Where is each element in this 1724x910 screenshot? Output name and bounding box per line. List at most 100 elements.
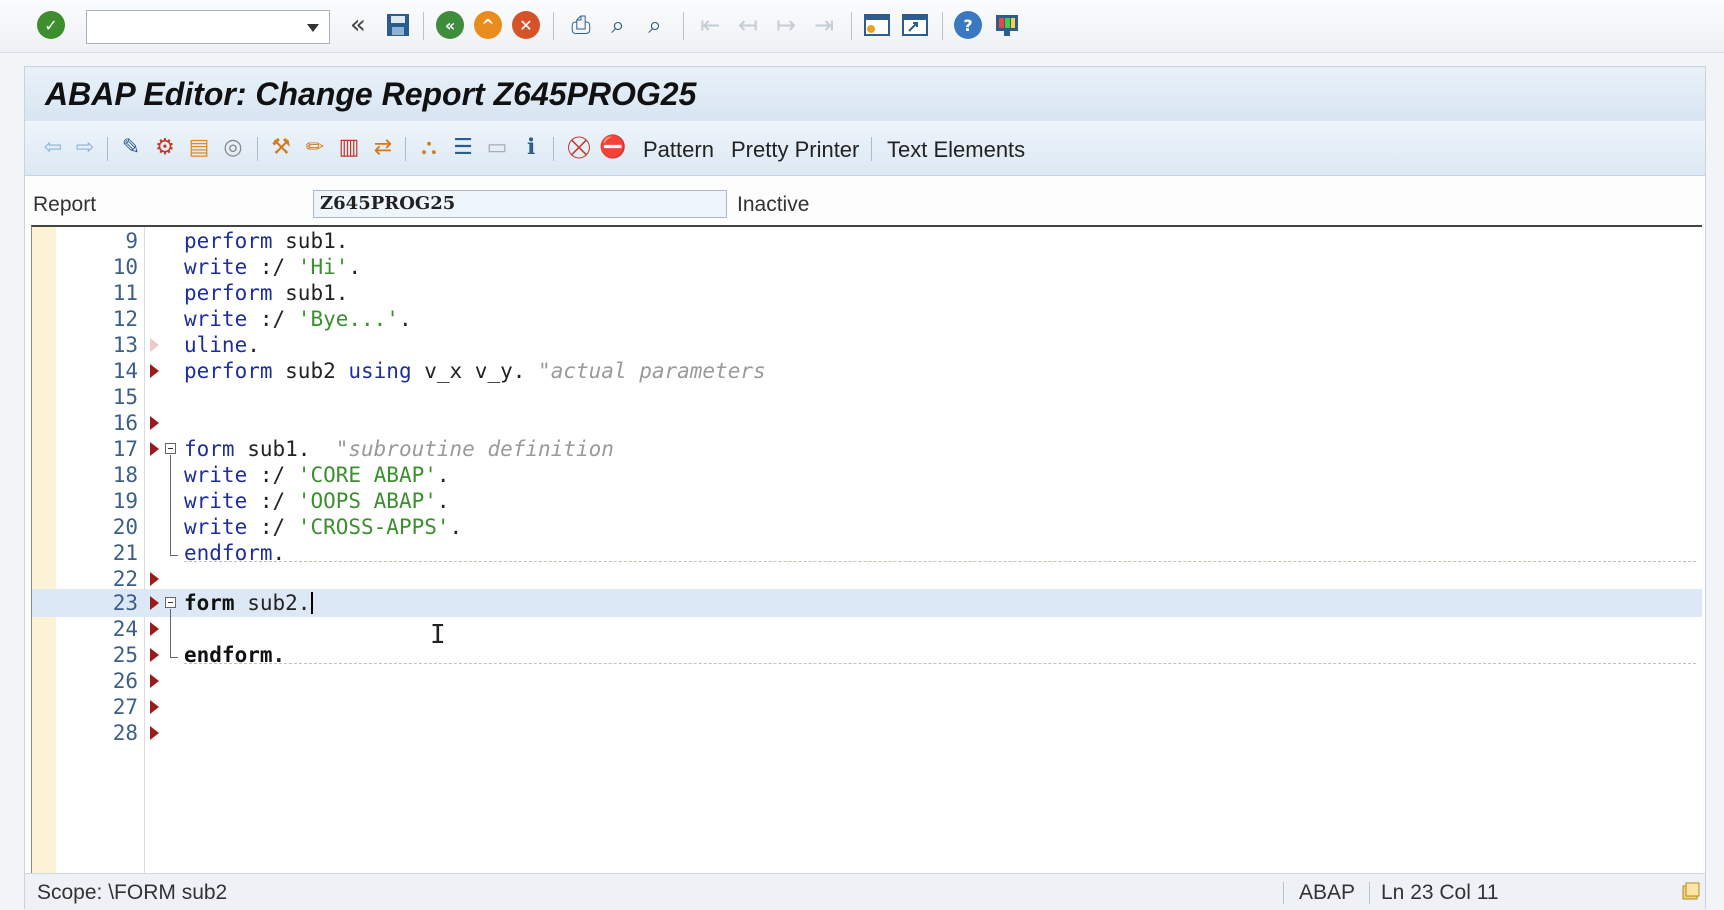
fold-toggle-icon[interactable] <box>165 597 176 608</box>
toolbar-separator <box>423 12 424 40</box>
breakpoint-marker[interactable] <box>150 442 159 456</box>
keyword: write <box>184 307 248 331</box>
fold-guide-end <box>170 555 178 556</box>
activate-icon[interactable]: ⚒ <box>267 134 295 162</box>
code-line[interactable]: 28 <box>32 719 1702 747</box>
code-text[interactable]: write :/ 'Bye...'. <box>184 307 412 331</box>
text-elements-button[interactable]: Text Elements <box>887 137 1025 163</box>
code-line[interactable]: 17 form sub1. "subroutine definition <box>32 435 1702 463</box>
identifier: sub2 <box>272 359 349 383</box>
breakpoint-marker[interactable] <box>150 648 159 662</box>
forward-arrow-icon[interactable]: ⇨ <box>71 134 99 162</box>
save-icon[interactable] <box>383 10 413 40</box>
code-text[interactable]: perform sub1. <box>184 281 348 305</box>
print-icon[interactable]: ⎙ <box>566 10 596 40</box>
line-number: 11 <box>112 281 138 305</box>
create-session-icon[interactable] <box>862 10 892 40</box>
code-text[interactable]: perform sub1. <box>184 229 348 253</box>
code-text[interactable]: write :/ 'CROSS-APPS'. <box>184 515 462 539</box>
title-bar: ABAP Editor: Change Report Z645PROG25 <box>25 67 1705 122</box>
where-used-icon[interactable]: ▥ <box>335 134 363 162</box>
breakpoint-marker[interactable] <box>150 338 159 352</box>
breakpoint-marker[interactable] <box>150 572 159 586</box>
cancel-icon[interactable]: ✕ <box>511 10 541 40</box>
line-number: 25 <box>112 643 138 667</box>
breakpoint-marker[interactable] <box>150 700 159 714</box>
exit-icon[interactable]: ^ <box>473 10 503 40</box>
fullscreen-icon[interactable]: ▭ <box>483 134 511 162</box>
find-next-icon[interactable]: ⌕ <box>640 10 670 40</box>
shortcut-icon[interactable] <box>900 10 930 40</box>
info-icon[interactable]: ℹ <box>517 134 545 162</box>
code-line[interactable]: 20 write :/ 'CROSS-APPS'. <box>32 513 1702 541</box>
navigation-icon[interactable]: ⇄ <box>369 134 397 162</box>
code-text[interactable]: uline. <box>184 333 260 357</box>
mouse-ibeam-cursor: I <box>430 620 446 650</box>
help-icon[interactable]: ? <box>953 10 983 40</box>
code-line[interactable]: 16 <box>32 409 1702 437</box>
keyword: write <box>184 489 248 513</box>
back-icon[interactable]: « <box>435 10 465 40</box>
code-text[interactable]: form sub2. <box>184 591 314 615</box>
code-text[interactable]: form sub1. "subroutine definition <box>184 437 614 461</box>
block-divider <box>184 663 1696 664</box>
code-line[interactable]: 11 perform sub1. <box>32 279 1702 307</box>
code-line-current[interactable]: 23 form sub2. <box>32 589 1702 617</box>
code-text[interactable]: write :/ 'OOPS ABAP'. <box>184 489 450 513</box>
code-line[interactable]: 18 write :/ 'CORE ABAP'. <box>32 461 1702 489</box>
operator: :/ <box>247 463 298 487</box>
code-line[interactable]: 21 endform. <box>32 539 1702 567</box>
customize-layout-icon[interactable] <box>992 10 1022 40</box>
test-icon[interactable]: ✏ <box>301 134 329 162</box>
command-field-dropdown-icon[interactable] <box>307 24 319 32</box>
code-line[interactable]: 27 <box>32 693 1702 721</box>
breakpoint-marker[interactable] <box>150 596 159 610</box>
first-page-icon: ⇤ <box>699 11 721 39</box>
code-text[interactable]: perform sub2 using v_x v_y. "actual para… <box>184 359 766 383</box>
breakpoint-marker[interactable] <box>150 726 159 740</box>
fold-guide <box>170 609 171 657</box>
object-list-icon[interactable]: ⛬ <box>415 134 443 162</box>
code-line[interactable]: 24 <box>32 615 1702 643</box>
enter-check-icon[interactable]: ✓ <box>36 10 66 40</box>
pattern-button[interactable]: Pattern <box>643 137 714 163</box>
identifier: sub2 <box>234 591 298 615</box>
display-change-icon[interactable]: ✎ <box>117 134 145 162</box>
breakpoint-marker[interactable] <box>150 674 159 688</box>
toolbar-separator <box>942 12 943 40</box>
breakpoint-marker[interactable] <box>150 622 159 636</box>
set-breakpoint-icon[interactable]: ⛒ <box>565 134 593 162</box>
collapse-icon[interactable]: « <box>343 10 373 40</box>
code-text[interactable]: write :/ 'CORE ABAP'. <box>184 463 450 487</box>
code-line[interactable]: 15 <box>32 383 1702 411</box>
code-line[interactable]: 26 <box>32 667 1702 695</box>
report-name-field[interactable]: Z645PROG25 <box>313 190 727 218</box>
punct: . <box>297 591 311 615</box>
find-icon[interactable]: ⌕ <box>603 10 633 40</box>
code-line[interactable]: 10 write :/ 'Hi'. <box>32 253 1702 281</box>
breakpoint-marker[interactable] <box>150 364 159 378</box>
status-options-icon[interactable] <box>1681 882 1701 907</box>
code-line[interactable]: 12 write :/ 'Bye...'. <box>32 305 1702 333</box>
active-inactive-icon[interactable]: ⚙ <box>151 134 179 162</box>
hierarchy-icon[interactable]: ☰ <box>449 134 477 162</box>
line-number: 27 <box>112 695 138 719</box>
code-text[interactable]: write :/ 'Hi'. <box>184 255 361 279</box>
code-editor[interactable]: 9 perform sub1. 10 write :/ 'Hi'. 11 per… <box>31 225 1702 873</box>
code-line[interactable]: 25 endform. <box>32 641 1702 669</box>
back-arrow-icon[interactable]: ⇦ <box>39 134 67 162</box>
session-breakpoint-icon[interactable]: ⛔ <box>599 134 627 162</box>
string-literal: 'Bye...' <box>297 307 399 331</box>
code-line[interactable]: 14 perform sub2 using v_x v_y. "actual p… <box>32 357 1702 385</box>
code-line[interactable]: 9 perform sub1. <box>32 227 1702 255</box>
code-line[interactable]: 13 uline. <box>32 331 1702 359</box>
fold-toggle-icon[interactable] <box>165 443 176 454</box>
code-line[interactable]: 19 write :/ 'OOPS ABAP'. <box>32 487 1702 515</box>
pretty-printer-button[interactable]: Pretty Printer <box>731 137 859 163</box>
status-bar: Scope: \FORM sub2 ABAP Ln 23 Col 11 <box>25 873 1705 910</box>
application-toolbar: ⇦ ⇨ ✎ ⚙ ▤ ◎ ⚒ ✏ ▥ ⇄ ⛬ ☰ ▭ ℹ ⛒ ⛔ Pattern … <box>25 121 1705 176</box>
check-icon[interactable]: ◎ <box>219 134 247 162</box>
breakpoint-marker[interactable] <box>150 416 159 430</box>
other-object-icon[interactable]: ▤ <box>185 134 213 162</box>
command-field[interactable] <box>86 10 330 44</box>
